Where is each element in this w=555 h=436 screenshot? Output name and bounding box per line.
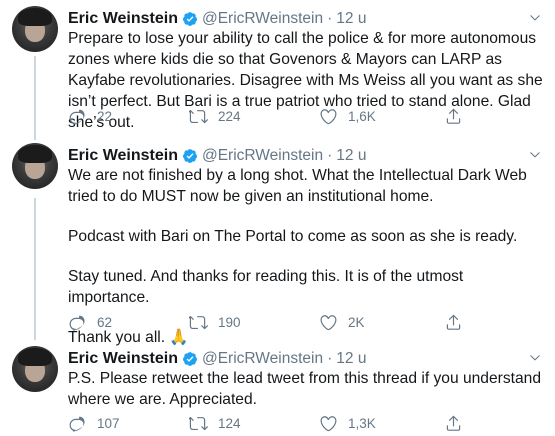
heart-icon	[319, 414, 338, 433]
verified-badge-icon	[182, 148, 198, 164]
retweet-icon	[189, 313, 208, 332]
share-icon	[444, 107, 463, 126]
reply-button[interactable]: 22	[68, 105, 112, 127]
retweet-button[interactable]: 124	[189, 412, 241, 434]
reply-icon	[68, 414, 87, 433]
avatar[interactable]	[12, 143, 58, 189]
tweet-paragraph: Podcast with Bari on The Portal to come …	[68, 228, 518, 245]
avatar[interactable]	[12, 346, 58, 392]
reply-count: 107	[97, 415, 120, 431]
retweet-count: 224	[218, 108, 241, 124]
timestamp[interactable]: 12 u	[336, 147, 366, 165]
avatar[interactable]	[12, 6, 58, 52]
separator: ·	[327, 10, 333, 27]
tweet-actions: 22 224 1,6K	[68, 105, 488, 127]
author-name[interactable]: Eric Weinstein	[68, 147, 178, 165]
author-handle[interactable]: @EricRWeinstein	[202, 10, 323, 28]
chevron-down-icon[interactable]	[527, 350, 543, 366]
separator: ·	[327, 147, 333, 164]
author-name[interactable]: Eric Weinstein	[68, 10, 178, 28]
tweet[interactable]: Eric Weinstein @EricRWeinstein · 12 u Pr…	[0, 6, 555, 131]
like-count: 1,6K	[348, 108, 376, 124]
tweet[interactable]: Eric Weinstein @EricRWeinstein · 12 u P.…	[0, 346, 555, 434]
like-button[interactable]: 1,6K	[319, 105, 376, 127]
share-button[interactable]	[444, 311, 463, 333]
share-icon	[444, 414, 463, 433]
author-handle[interactable]: @EricRWeinstein	[202, 147, 323, 165]
reply-icon	[68, 107, 87, 126]
reply-count: 22	[97, 108, 113, 124]
tweet-header: Eric Weinstein @EricRWeinstein · 12 u	[68, 8, 555, 30]
retweet-icon	[189, 414, 208, 433]
retweet-button[interactable]: 224	[189, 105, 241, 127]
tweet-paragraph: We are not finished by a long shot. What…	[68, 167, 527, 205]
author-handle[interactable]: @EricRWeinstein	[202, 350, 323, 368]
reply-button[interactable]: 107	[68, 412, 120, 434]
retweet-count: 190	[218, 314, 241, 330]
verified-badge-icon	[182, 351, 198, 367]
tweet-actions: 107 124 1,3K	[68, 412, 488, 434]
verified-badge-icon	[182, 11, 198, 27]
tweet-paragraph: P.S. Please retweet the lead tweet from …	[68, 370, 541, 408]
retweet-icon	[189, 107, 208, 126]
timestamp[interactable]: 12 u	[336, 10, 366, 28]
tweet[interactable]: Eric Weinstein @EricRWeinstein · 12 u We…	[0, 143, 555, 346]
tweet-actions: 62 190 2K	[68, 311, 488, 333]
like-button[interactable]: 1,3K	[319, 412, 376, 434]
like-count: 2K	[348, 314, 365, 330]
tweet-paragraph: Stay tuned. And thanks for reading this.…	[68, 268, 464, 306]
chevron-down-icon[interactable]	[527, 10, 543, 26]
share-icon	[444, 313, 463, 332]
timestamp[interactable]: 12 u	[336, 350, 366, 368]
retweet-button[interactable]: 190	[189, 311, 241, 333]
author-name[interactable]: Eric Weinstein	[68, 350, 178, 368]
share-button[interactable]	[444, 105, 463, 127]
like-button[interactable]: 2K	[319, 311, 365, 333]
reply-button[interactable]: 62	[68, 311, 112, 333]
tweet-header: Eric Weinstein @EricRWeinstein · 12 u	[68, 348, 555, 370]
reply-icon	[68, 313, 87, 332]
like-count: 1,3K	[348, 415, 376, 431]
tweet-text: P.S. Please retweet the lead tweet from …	[68, 368, 547, 410]
heart-icon	[319, 313, 338, 332]
retweet-count: 124	[218, 415, 241, 431]
tweet-header: Eric Weinstein @EricRWeinstein · 12 u	[68, 145, 555, 167]
separator: ·	[327, 350, 333, 367]
reply-count: 62	[97, 314, 113, 330]
chevron-down-icon[interactable]	[527, 147, 543, 163]
share-button[interactable]	[444, 412, 463, 434]
heart-icon	[319, 107, 338, 126]
